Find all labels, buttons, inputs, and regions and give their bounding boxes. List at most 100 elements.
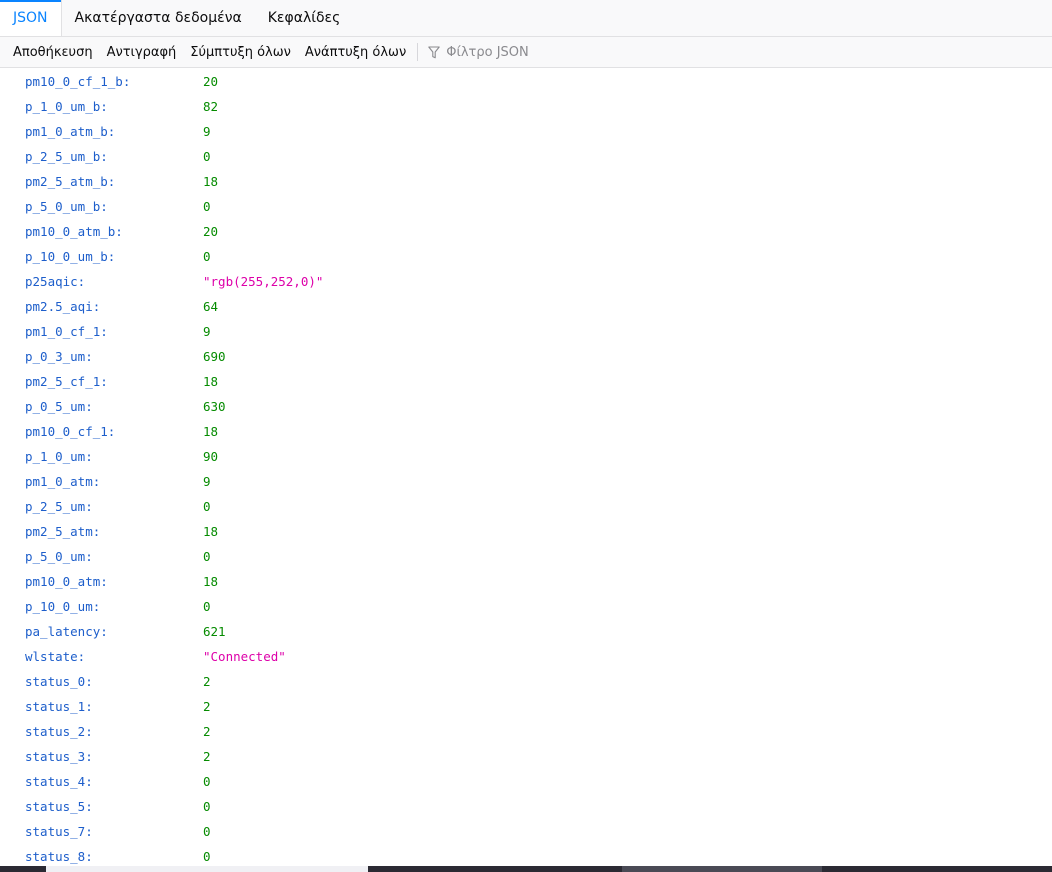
filter-placeholder: Φίλτρο JSON [446, 44, 529, 60]
json-row[interactable]: p_2_5_um_b: 0 [0, 144, 1052, 169]
json-toolbar: Αποθήκευση Αντιγραφή Σύμπτυξη όλων Ανάπτ… [0, 37, 1052, 68]
json-value: 690 [203, 349, 226, 364]
json-key: p_5_0_um_b: [25, 199, 108, 214]
json-row[interactable]: p_1_0_um_b: 82 [0, 94, 1052, 119]
json-value: 0 [203, 599, 211, 614]
copy-button[interactable]: Αντιγραφή [100, 45, 184, 60]
json-value: 20 [203, 224, 219, 239]
json-row[interactable]: pm2_5_atm: 18 [0, 519, 1052, 544]
json-key: p_2_5_um_b: [25, 149, 108, 164]
json-row[interactable]: p_1_0_um: 90 [0, 444, 1052, 469]
json-key: p25aqic: [25, 274, 86, 289]
json-row[interactable]: p_0_3_um: 690 [0, 344, 1052, 369]
json-value: 621 [203, 624, 226, 639]
json-row[interactable]: pm10_0_atm_b: 20 [0, 219, 1052, 244]
json-row[interactable]: pm2_5_cf_1: 18 [0, 369, 1052, 394]
json-key: status_0: [25, 674, 93, 689]
tab-json[interactable]: JSON [0, 0, 62, 36]
json-value: 0 [203, 249, 211, 264]
json-value: 0 [203, 774, 211, 789]
taskbar-item[interactable] [622, 866, 822, 872]
json-row[interactable]: p_10_0_um_b: 0 [0, 244, 1052, 269]
json-row[interactable]: pm10_0_atm: 18 [0, 569, 1052, 594]
json-row[interactable]: status_7: 0 [0, 819, 1052, 844]
json-row[interactable]: p_2_5_um: 0 [0, 494, 1052, 519]
json-row[interactable]: pm1_0_atm_b: 9 [0, 119, 1052, 144]
json-row[interactable]: status_5: 0 [0, 794, 1052, 819]
json-key: status_7: [25, 824, 93, 839]
collapse-all-button[interactable]: Σύμπτυξη όλων [183, 45, 298, 60]
json-row[interactable]: p_10_0_um: 0 [0, 594, 1052, 619]
json-key: pm1_0_atm_b: [25, 124, 116, 139]
json-row[interactable]: pm10_0_cf_1_b: 20 [0, 69, 1052, 94]
json-row[interactable]: status_3: 2 [0, 744, 1052, 769]
json-value: 2 [203, 724, 211, 739]
json-row[interactable]: status_1: 2 [0, 694, 1052, 719]
expand-all-button[interactable]: Ανάπτυξη όλων [298, 45, 413, 60]
json-row[interactable]: status_4: 0 [0, 769, 1052, 794]
json-value: 0 [203, 499, 211, 514]
json-row[interactable]: pm10_0_cf_1: 18 [0, 419, 1052, 444]
json-row[interactable]: p_0_5_um: 630 [0, 394, 1052, 419]
json-value: 18 [203, 424, 219, 439]
json-key: pa_latency: [25, 624, 108, 639]
tab-raw-data[interactable]: Ακατέργαστα δεδομένα [62, 0, 255, 36]
json-value: 2 [203, 749, 211, 764]
json-value: "Connected" [203, 649, 286, 664]
json-value: 18 [203, 174, 219, 189]
json-value: 0 [203, 149, 211, 164]
json-key: pm1_0_cf_1: [25, 324, 108, 339]
json-key: pm2_5_cf_1: [25, 374, 108, 389]
json-value: 0 [203, 199, 211, 214]
json-value: 630 [203, 399, 226, 414]
json-value: 0 [203, 824, 211, 839]
json-row[interactable]: p_5_0_um: 0 [0, 544, 1052, 569]
json-key: p_1_0_um: [25, 449, 93, 464]
json-value: 90 [203, 449, 219, 464]
json-value: 9 [203, 124, 211, 139]
json-key: p_2_5_um: [25, 499, 93, 514]
json-key: pm1_0_atm: [25, 474, 101, 489]
json-row[interactable]: pm2_5_atm_b: 18 [0, 169, 1052, 194]
filter-json-input[interactable]: Φίλτρο JSON [422, 45, 529, 60]
json-value: "rgb(255,252,0)" [203, 274, 324, 289]
json-row[interactable]: pm1_0_atm: 9 [0, 469, 1052, 494]
json-value: 0 [203, 549, 211, 564]
json-key: status_5: [25, 799, 93, 814]
json-key: p_10_0_um_b: [25, 249, 116, 264]
json-key: status_1: [25, 699, 93, 714]
save-button[interactable]: Αποθήκευση [6, 45, 100, 60]
json-key: status_3: [25, 749, 93, 764]
json-value: 2 [203, 699, 211, 714]
json-row[interactable]: pm2.5_aqi: 64 [0, 294, 1052, 319]
json-row[interactable]: status_2: 2 [0, 719, 1052, 744]
json-key: p_5_0_um: [25, 549, 93, 564]
json-value: 18 [203, 374, 219, 389]
json-key: p_1_0_um_b: [25, 99, 108, 114]
json-key: status_4: [25, 774, 93, 789]
tab-headers[interactable]: Κεφαλίδες [255, 0, 354, 36]
json-value: 82 [203, 99, 219, 114]
json-row[interactable]: wlstate: "Connected" [0, 644, 1052, 669]
json-row[interactable]: status_0: 2 [0, 669, 1052, 694]
taskbar-strip [0, 866, 1052, 872]
json-row[interactable]: p25aqic: "rgb(255,252,0)" [0, 269, 1052, 294]
json-key: pm2_5_atm: [25, 524, 101, 539]
taskbar-item[interactable] [46, 866, 368, 872]
json-key: status_2: [25, 724, 93, 739]
json-row[interactable]: pa_latency: 621 [0, 619, 1052, 644]
json-key: pm2.5_aqi: [25, 299, 101, 314]
json-key: p_10_0_um: [25, 599, 101, 614]
json-key: p_0_5_um: [25, 399, 93, 414]
json-value: 9 [203, 324, 211, 339]
json-key: pm2_5_atm_b: [25, 174, 116, 189]
tab-bar: JSON Ακατέργαστα δεδομένα Κεφαλίδες [0, 0, 1052, 37]
json-row[interactable]: p_5_0_um_b: 0 [0, 194, 1052, 219]
json-row[interactable]: pm1_0_cf_1: 9 [0, 319, 1052, 344]
json-tree: pm10_0_cf_1_b: 20 p_1_0_um_b: 82 pm1_0_atm_b… [0, 69, 1052, 869]
json-key: p_0_3_um: [25, 349, 93, 364]
json-key: pm10_0_atm: [25, 574, 108, 589]
toolbar-divider [417, 43, 419, 61]
json-value: 9 [203, 474, 211, 489]
json-value: 18 [203, 574, 219, 589]
